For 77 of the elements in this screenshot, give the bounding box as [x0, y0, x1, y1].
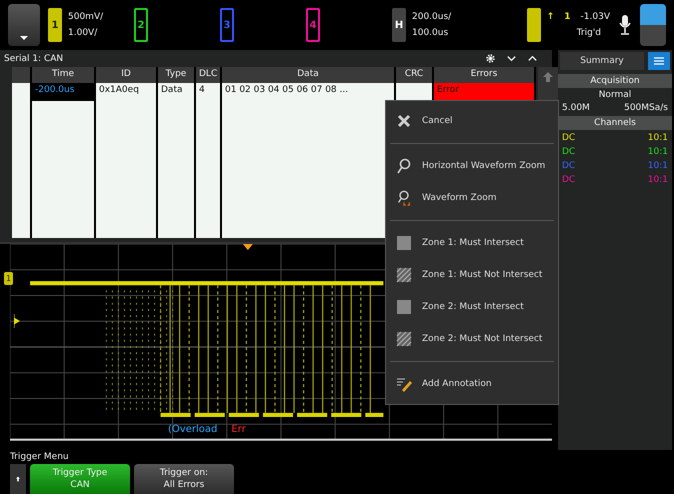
menu-item[interactable]: Add Annotation — [386, 368, 558, 400]
channel-coupling: DC — [562, 147, 576, 157]
ground-marker-icon — [14, 314, 20, 328]
channel-badge[interactable]: 1 — [48, 8, 62, 42]
column-header: ID — [96, 67, 158, 83]
table-cell: Data — [158, 83, 196, 101]
channel-offset: 1.00V/ — [68, 28, 98, 38]
menu-item[interactable]: Cancel — [386, 105, 558, 137]
microphone-icon[interactable] — [618, 14, 632, 36]
menu-item[interactable]: Zone 2: Must Not Intersect — [386, 323, 558, 355]
column-header: CRC — [396, 67, 434, 83]
menu-item[interactable]: Horizontal Waveform Zoom — [386, 150, 558, 182]
trigger-level: -1.03V — [580, 12, 610, 22]
sample-points: 5.00M — [562, 103, 590, 113]
sample-rate: 500MSa/s — [624, 103, 668, 113]
scroll-up-icon[interactable] — [542, 71, 554, 83]
menu-title: Trigger Menu — [10, 451, 70, 464]
trigger-slope: ↑ — [546, 12, 554, 22]
column-header: Errors — [434, 67, 536, 83]
close-icon — [396, 113, 412, 129]
menu-item[interactable]: Zone 1: Must Intersect — [386, 227, 558, 259]
menu-item[interactable]: Zone 1: Must Not Intersect — [386, 259, 558, 291]
section-heading: Acquisition — [558, 74, 672, 88]
probe-ratio: 10:1 — [648, 161, 668, 171]
acquisition-mode: Normal — [598, 90, 632, 100]
softkey[interactable]: Trigger on: All Errors — [134, 464, 234, 494]
menu-button[interactable] — [648, 52, 670, 70]
trigger-mode: Trig'd — [576, 28, 602, 38]
summary-tab[interactable]: Summary — [560, 52, 644, 70]
magnifier-icon — [396, 158, 412, 174]
channel-scale: 500mV/ — [68, 12, 104, 22]
panel-title: Serial 1: CAN — [4, 54, 64, 64]
trigger-badge[interactable] — [526, 8, 541, 42]
channel-badge[interactable]: 4 — [306, 8, 320, 42]
arrow-up-icon — [16, 474, 20, 484]
time-scale: 200.0us/ — [412, 12, 452, 22]
softkey[interactable]: Trigger Type CAN — [30, 464, 130, 494]
table-cell — [12, 83, 32, 101]
channel-coupling: DC — [562, 175, 576, 185]
pencil-icon — [396, 376, 412, 392]
probe-ratio: 10:1 — [648, 133, 668, 143]
channel-coupling: DC — [562, 161, 576, 171]
zone-icon — [396, 299, 412, 315]
table-cell: Error — [434, 83, 536, 101]
back-button[interactable] — [10, 464, 26, 494]
channel-badge[interactable]: 3 — [220, 8, 234, 42]
column-header: DLC — [196, 67, 222, 83]
table-cell: 01 02 03 04 05 06 07 08 ... — [222, 83, 396, 101]
menu-item[interactable]: Zone 2: Must Intersect — [386, 291, 558, 323]
trigger-position-icon — [242, 244, 253, 250]
channel-badge[interactable]: 2 — [134, 8, 148, 42]
table-cell: 4 — [196, 83, 222, 101]
hatched-zone-icon — [396, 331, 412, 347]
time-delay: 100.0us — [412, 28, 450, 38]
column-header: Data — [222, 67, 396, 83]
channel-coupling: DC — [562, 133, 576, 143]
table-cell — [396, 83, 434, 101]
menu-item[interactable]: Waveform Zoom — [386, 182, 558, 214]
horizontal-badge[interactable]: H — [392, 8, 406, 42]
touch-toggle[interactable] — [640, 4, 666, 46]
column-header — [12, 67, 32, 83]
table-cell: 0x1A0eq — [96, 83, 158, 101]
hatched-zone-icon — [396, 267, 412, 283]
zone-icon — [396, 235, 412, 251]
bus-frame-label: (Overload — [168, 424, 218, 435]
magnifier-icon — [396, 190, 412, 206]
section-heading: Channels — [558, 116, 672, 130]
bus-frame-label: Err — [231, 424, 246, 435]
chevron-down-icon[interactable] — [506, 53, 517, 64]
trigger-source: 1 — [564, 12, 571, 22]
channel-marker: 1 — [4, 272, 14, 285]
menu-icon — [654, 57, 664, 65]
probe-ratio: 10:1 — [648, 147, 668, 157]
probe-ratio: 10:1 — [648, 175, 668, 185]
column-header: Type — [158, 67, 196, 83]
settings-icon[interactable] — [485, 53, 496, 64]
column-header: Time — [32, 67, 96, 83]
